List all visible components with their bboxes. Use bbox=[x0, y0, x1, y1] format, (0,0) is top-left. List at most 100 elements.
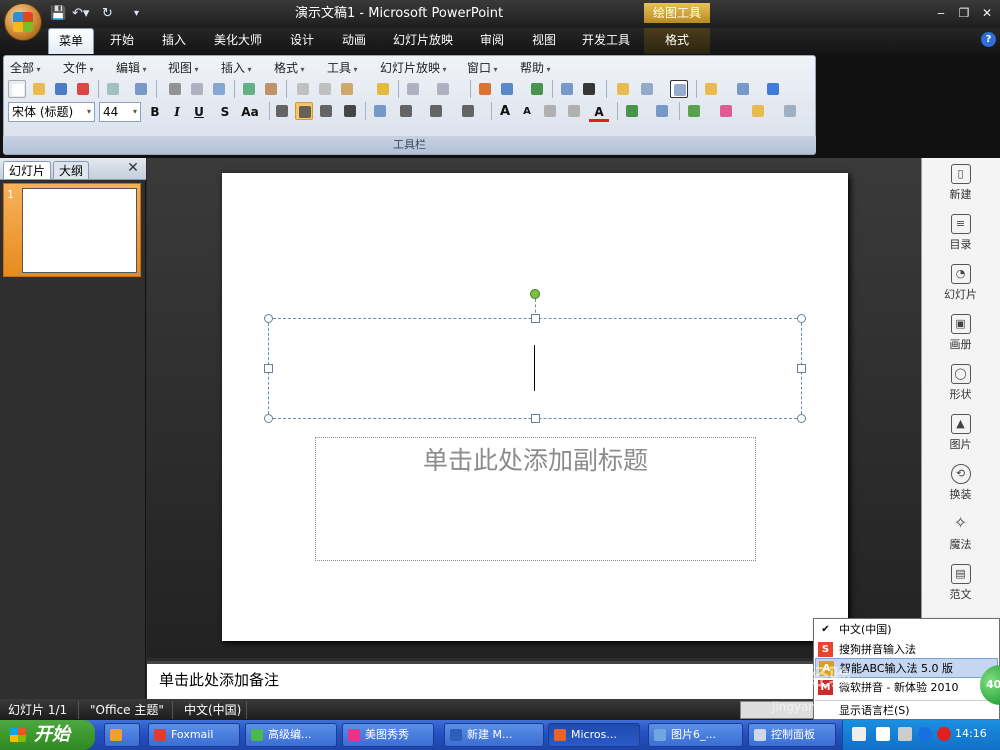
spelling-icon[interactable] bbox=[240, 80, 258, 98]
font-color-button[interactable]: A bbox=[589, 102, 609, 122]
ime-item-chinese[interactable]: ✔ 中文(中国) bbox=[815, 620, 998, 640]
restore-button[interactable]: ❐ bbox=[953, 4, 975, 22]
align-left-icon[interactable] bbox=[273, 102, 291, 120]
resize-handle-e[interactable] bbox=[797, 364, 806, 373]
tab-beautify[interactable]: 美化大师 bbox=[206, 28, 270, 54]
help-icon[interactable] bbox=[764, 80, 782, 98]
title-placeholder[interactable] bbox=[268, 318, 802, 419]
resize-handle-sw[interactable] bbox=[264, 414, 273, 423]
new-file-icon[interactable] bbox=[8, 80, 26, 98]
email-icon[interactable] bbox=[132, 80, 150, 98]
tab-review[interactable]: 审阅 bbox=[470, 28, 514, 54]
pdf-icon[interactable] bbox=[74, 80, 92, 98]
panel-swap-button[interactable]: ⟲ 换装 bbox=[921, 464, 1000, 502]
tab-design[interactable]: 设计 bbox=[280, 28, 324, 54]
new-slide-icon[interactable] bbox=[614, 80, 632, 98]
taskbar-word[interactable]: 新建 M... bbox=[444, 723, 544, 747]
antivirus-icon[interactable] bbox=[937, 727, 951, 741]
tab-slideshow[interactable]: 幻灯片放映 bbox=[386, 28, 460, 54]
research-icon[interactable] bbox=[262, 80, 280, 98]
numbering-icon[interactable] bbox=[427, 102, 445, 120]
keyboard-icon[interactable] bbox=[852, 727, 866, 741]
menu-window[interactable]: 窗口 bbox=[467, 60, 498, 76]
help-icon[interactable]: ? bbox=[981, 32, 996, 47]
italic-button[interactable]: I bbox=[167, 102, 187, 122]
tab-slides[interactable]: 幻灯片 bbox=[3, 161, 52, 179]
resize-handle-n[interactable] bbox=[531, 314, 540, 323]
bullets-icon[interactable] bbox=[459, 102, 477, 120]
cut-icon[interactable] bbox=[294, 80, 312, 98]
taskbar-editor[interactable]: 高级编... bbox=[245, 723, 337, 747]
office-button[interactable] bbox=[4, 3, 42, 41]
taskbar-foxmail[interactable]: Foxmail bbox=[148, 723, 240, 747]
decrease-indent-icon[interactable] bbox=[541, 102, 559, 120]
menu-slideshow[interactable]: 幻灯片放映 bbox=[380, 60, 447, 76]
shrink-font-button[interactable]: A bbox=[517, 102, 537, 122]
save-icon[interactable] bbox=[52, 80, 70, 98]
slide-thumbnail[interactable] bbox=[22, 188, 137, 273]
resize-handle-nw[interactable] bbox=[264, 314, 273, 323]
taskbar-powerpoint[interactable]: Micros... bbox=[548, 723, 640, 747]
format-painter-icon[interactable] bbox=[374, 80, 392, 98]
change-case-button[interactable]: Aa bbox=[237, 102, 263, 122]
minimize-button[interactable]: ‒ bbox=[930, 4, 952, 22]
hyperlink-icon[interactable] bbox=[528, 80, 546, 98]
resize-handle-ne[interactable] bbox=[797, 314, 806, 323]
menu-edit[interactable]: 编辑 bbox=[116, 60, 147, 76]
resize-handle-s[interactable] bbox=[531, 414, 540, 423]
tab-animation[interactable]: 动画 bbox=[332, 28, 376, 54]
taskbar-meitu[interactable]: 美图秀秀 bbox=[342, 723, 434, 747]
close-button[interactable]: ✕ bbox=[976, 4, 998, 22]
tab-menu[interactable]: 菜单 bbox=[48, 28, 94, 54]
taskbar-image[interactable]: 图片6_... bbox=[648, 723, 743, 747]
textbox-icon[interactable] bbox=[670, 80, 688, 98]
menu-insert[interactable]: 插入 bbox=[221, 60, 252, 76]
new-slide-layout-icon[interactable] bbox=[653, 102, 671, 120]
save-icon[interactable]: 💾 bbox=[50, 5, 66, 23]
panel-shape-button[interactable]: ◯ 形状 bbox=[921, 364, 1000, 402]
rotation-handle[interactable] bbox=[530, 289, 540, 299]
print-preview-icon[interactable] bbox=[188, 80, 206, 98]
slide-design-icon[interactable] bbox=[623, 102, 641, 120]
ime-tray-icon[interactable] bbox=[898, 727, 912, 741]
line-color-icon[interactable] bbox=[749, 102, 767, 120]
menu-help[interactable]: 帮助 bbox=[520, 60, 551, 76]
shape-fill-icon[interactable] bbox=[685, 102, 703, 120]
menu-view[interactable]: 视图 bbox=[168, 60, 199, 76]
panel-magic-button[interactable]: ✧ 魔法 bbox=[921, 514, 1000, 552]
tab-view[interactable]: 视图 bbox=[522, 28, 566, 54]
menu-file[interactable]: 文件 bbox=[63, 60, 94, 76]
customize-qat-icon[interactable]: ▾ bbox=[134, 5, 139, 23]
underline-button[interactable]: U bbox=[189, 102, 209, 122]
resize-handle-se[interactable] bbox=[797, 414, 806, 423]
font-name-select[interactable]: 宋体 (标题) bbox=[8, 102, 95, 122]
help-tray-icon[interactable] bbox=[876, 727, 890, 741]
panel-new-button[interactable]: ▯ 新建 bbox=[921, 164, 1000, 202]
bold-button[interactable]: B bbox=[145, 102, 165, 122]
quick-launch-icon[interactable] bbox=[104, 723, 140, 747]
language-status[interactable]: 中文(中国) bbox=[184, 702, 241, 718]
font-size-select[interactable]: 44 bbox=[99, 102, 141, 122]
redo-icon[interactable] bbox=[434, 80, 452, 98]
paste-icon[interactable] bbox=[338, 80, 356, 98]
eraser-icon[interactable] bbox=[781, 102, 799, 120]
start-button[interactable]: 开始 bbox=[0, 720, 95, 750]
tab-outline[interactable]: 大纲 bbox=[53, 161, 90, 179]
increase-indent-icon[interactable] bbox=[565, 102, 583, 120]
slide-preview-icon[interactable] bbox=[210, 80, 228, 98]
resize-handle-w[interactable] bbox=[264, 364, 273, 373]
folder-icon[interactable] bbox=[702, 80, 720, 98]
text-direction-icon[interactable] bbox=[371, 102, 389, 120]
back-icon[interactable] bbox=[918, 727, 932, 741]
paint-bucket-icon[interactable] bbox=[717, 102, 735, 120]
tab-developer[interactable]: 开发工具 bbox=[574, 28, 638, 54]
align-right-icon[interactable] bbox=[317, 102, 335, 120]
grow-font-button[interactable]: A bbox=[495, 102, 515, 122]
columns-icon[interactable] bbox=[397, 102, 415, 120]
grid-icon[interactable] bbox=[558, 80, 576, 98]
panel-album-button[interactable]: ▣ 画册 bbox=[921, 314, 1000, 352]
close-icon[interactable]: ✕ bbox=[125, 160, 141, 176]
panel-toc-button[interactable]: ≡ 目录 bbox=[921, 214, 1000, 252]
zoom-icon[interactable] bbox=[734, 80, 752, 98]
tab-home[interactable]: 开始 bbox=[100, 28, 144, 54]
